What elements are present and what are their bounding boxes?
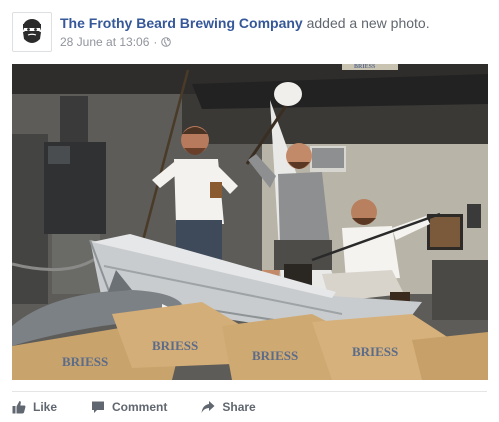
- comment-icon: [92, 401, 105, 413]
- share-label: Share: [222, 400, 256, 414]
- sack-label-4: BRIESS: [352, 344, 398, 359]
- comment-label: Comment: [112, 400, 168, 414]
- post-title-line: The Frothy Beard Brewing Company added a…: [60, 14, 430, 32]
- post-timestamp[interactable]: 28 June at 13:06: [60, 34, 149, 50]
- sack-label-3: BRIESS: [252, 348, 298, 363]
- like-label: Like: [33, 400, 58, 414]
- action-divider: [12, 391, 487, 392]
- share-arrow-icon: [201, 401, 215, 413]
- post-meta: 28 June at 13:06 ·: [60, 34, 172, 50]
- meta-separator: ·: [153, 35, 158, 49]
- bearded-face-logo-icon: [23, 19, 41, 43]
- post-header: The Frothy Beard Brewing Company added a…: [12, 12, 487, 56]
- like-button[interactable]: Like: [12, 400, 57, 414]
- globe-icon[interactable]: [161, 37, 172, 47]
- author-name-link[interactable]: The Frothy Beard Brewing Company: [60, 15, 303, 31]
- share-button[interactable]: Share: [201, 400, 256, 414]
- page-avatar[interactable]: [12, 12, 52, 52]
- sack-label-2: BRIESS: [152, 338, 198, 353]
- comment-button[interactable]: Comment: [91, 400, 167, 414]
- post-actions-bar: Like Comment Share: [12, 396, 290, 418]
- post-card: The Frothy Beard Brewing Company added a…: [0, 0, 499, 422]
- sack-label-1: BRIESS: [62, 354, 108, 369]
- wall-sign-label: BRIESS: [354, 64, 376, 70]
- brewery-boat-photo: BRIESS BRIESS BRIESS BRIESS BRIESS: [12, 64, 488, 380]
- post-photo[interactable]: BRIESS BRIESS BRIESS BRIESS BRIESS: [12, 64, 488, 380]
- thumbs-up-icon: [12, 401, 26, 414]
- post-action-text: added a new photo.: [306, 15, 430, 31]
